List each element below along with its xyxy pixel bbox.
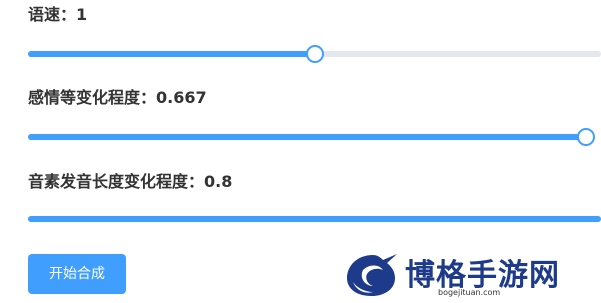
- speed-slider[interactable]: [28, 44, 601, 64]
- emotion-variation-slider[interactable]: [28, 127, 595, 147]
- watermark-domain: bogejituan.com: [438, 288, 501, 297]
- phoneme-duration-slider[interactable]: [28, 209, 601, 229]
- emotion-variation-slider-fill: [28, 134, 586, 140]
- emotion-variation-slider-thumb[interactable]: [577, 128, 595, 146]
- start-synthesis-button[interactable]: 开始合成: [28, 254, 126, 294]
- phoneme-duration-slider-fill: [28, 216, 601, 222]
- site-watermark: 博格手游网 bogejituan.com: [343, 250, 583, 300]
- speed-label: 语速：1: [28, 5, 88, 24]
- speed-slider-thumb[interactable]: [305, 45, 324, 63]
- unicorn-logo-icon: [347, 254, 397, 296]
- phoneme-duration-label: 音素发音长度变化程度：0.8: [28, 172, 233, 191]
- tts-settings-panel: 语速：1 感情等变化程度：0.667 音素发音长度变化程度：0.8 开始合成 博…: [0, 0, 601, 303]
- speed-slider-fill: [28, 51, 315, 57]
- emotion-variation-label: 感情等变化程度：0.667: [28, 88, 207, 107]
